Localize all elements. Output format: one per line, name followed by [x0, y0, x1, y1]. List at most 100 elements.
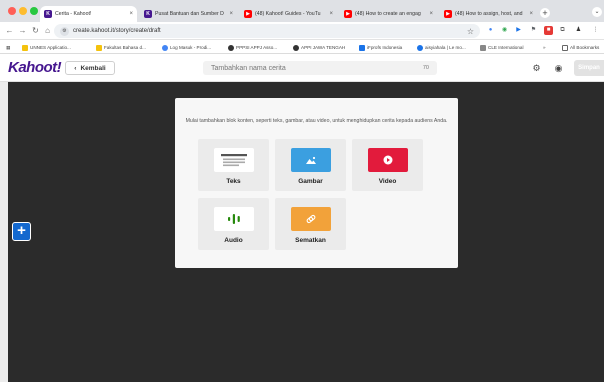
- browser-tab[interactable]: ▶ (48) Kahoot! Guides - YouTu ×: [240, 6, 337, 22]
- card-label: Sematkan: [295, 237, 326, 244]
- tab-title: Pusat Bantuan dan Sumber D: [155, 11, 224, 17]
- bookmark-label: iFprofs Indonesia: [367, 45, 403, 50]
- close-tab-icon[interactable]: ×: [529, 11, 533, 17]
- video-icon: [368, 148, 408, 172]
- story-title-placeholder: Tambahkan nama cerita: [211, 64, 286, 72]
- extension-icon[interactable]: ●: [486, 26, 495, 35]
- bookmark-item[interactable]: Log Masuk - Prodi...: [162, 43, 220, 52]
- extension-icon[interactable]: ◉: [500, 26, 509, 35]
- tab-title: (48) How to create an engag: [355, 11, 421, 17]
- extension-icon[interactable]: ■: [544, 26, 553, 35]
- audio-waveform-icon: [228, 214, 240, 224]
- preview-eye-icon[interactable]: ◉: [552, 62, 565, 75]
- content-type-audio[interactable]: Audio: [198, 198, 269, 250]
- card-label: Gambar: [298, 178, 323, 185]
- address-bar-row: ← → ↻ ⌂ ⚙ create.kahoot.it/story/create/…: [0, 22, 604, 40]
- forward-arrow-icon[interactable]: →: [17, 25, 28, 36]
- settings-gear-icon[interactable]: ⚙: [530, 62, 543, 75]
- kahoot-logo[interactable]: Kahoot!: [8, 59, 62, 76]
- bookmarks-bar: ▦ UNNES Applicatio... Fakultas Bahasa d.…: [0, 40, 604, 54]
- folder-icon: [22, 44, 28, 51]
- reload-icon[interactable]: ↻: [30, 25, 41, 36]
- content-type-embed[interactable]: Sematkan: [275, 198, 346, 250]
- bookmark-item[interactable]: PPPSI APPJ Asso...: [228, 43, 288, 52]
- bookmark-label: Fakultas Bahasa d...: [104, 45, 146, 50]
- minimize-window-icon[interactable]: [19, 7, 27, 15]
- browser-menu-icon[interactable]: ⋮: [591, 26, 600, 35]
- kahoot-icon: K: [44, 10, 52, 18]
- play-circle-icon: [383, 155, 393, 165]
- globe-icon: [359, 44, 365, 51]
- kahoot-header: Kahoot! ‹ Kembali Tambahkan nama cerita …: [0, 54, 604, 82]
- browser-tab[interactable]: ▶ (48) How to create an engag ×: [340, 6, 437, 22]
- more-bookmarks-icon[interactable]: »: [543, 43, 549, 52]
- profile-avatar-icon[interactable]: ♟: [574, 26, 583, 35]
- text-lines-icon: [221, 154, 247, 167]
- back-arrow-icon[interactable]: ←: [4, 25, 15, 36]
- globe-icon: [417, 44, 423, 51]
- close-tab-icon[interactable]: ×: [329, 11, 333, 17]
- apps-grid-icon[interactable]: ▦: [6, 43, 14, 52]
- story-title-input[interactable]: Tambahkan nama cerita 70: [203, 61, 437, 75]
- maximize-window-icon[interactable]: [30, 7, 38, 15]
- bookmark-item[interactable]: Fakultas Bahasa d...: [96, 43, 156, 52]
- bookmark-item[interactable]: UNNES Applicatio...: [22, 43, 88, 52]
- close-window-icon[interactable]: [8, 7, 16, 15]
- browser-tab[interactable]: K Pusat Bantuan dan Sumber D ×: [140, 6, 237, 22]
- card-label: Audio: [224, 237, 243, 244]
- tab-title: Cerita - Kahoot!: [55, 11, 92, 17]
- close-tab-icon[interactable]: ×: [229, 11, 233, 17]
- youtube-icon: ▶: [344, 10, 352, 18]
- youtube-icon: ▶: [444, 10, 452, 18]
- folder-icon: [96, 44, 102, 51]
- folder-icon: [562, 44, 568, 51]
- close-tab-icon[interactable]: ×: [429, 11, 433, 17]
- embed-icon: [291, 207, 331, 231]
- chevron-left-icon: ‹: [74, 64, 77, 72]
- home-icon[interactable]: ⌂: [42, 25, 53, 36]
- bookmark-label: aisyiahala | Le mo...: [425, 45, 466, 50]
- kahoot-icon: K: [144, 10, 152, 18]
- card-label: Teks: [226, 178, 241, 185]
- save-button[interactable]: Simpan: [574, 60, 604, 76]
- content-type-image[interactable]: Gambar: [275, 139, 346, 191]
- content-type-text[interactable]: Teks: [198, 139, 269, 191]
- back-button[interactable]: ‹ Kembali: [65, 61, 115, 75]
- site-info-icon[interactable]: ⚙: [60, 26, 69, 36]
- bookmark-label: APPI JAWA TENGAH: [301, 45, 346, 50]
- browser-tab[interactable]: ▶ (48) How to assign, host, and ×: [440, 6, 537, 22]
- bookmark-item[interactable]: APPI JAWA TENGAH: [293, 43, 357, 52]
- url-text: create.kahoot.it/story/create/draft: [73, 28, 161, 34]
- back-button-label: Kembali: [80, 64, 106, 72]
- browser-tab-strip: K Cerita - Kahoot! × K Pusat Bantuan dan…: [0, 0, 604, 22]
- bookmark-star-icon[interactable]: ☆: [467, 27, 474, 36]
- content-type-video[interactable]: Video: [352, 139, 423, 191]
- text-icon: [214, 148, 254, 172]
- browser-tab-active[interactable]: K Cerita - Kahoot! ×: [40, 6, 137, 22]
- add-block-button[interactable]: +: [12, 222, 31, 241]
- url-field[interactable]: ⚙ create.kahoot.it/story/create/draft ☆: [54, 24, 480, 38]
- extension-icon[interactable]: ▶: [514, 26, 523, 35]
- all-bookmarks-button[interactable]: All Bookmarks: [562, 43, 604, 52]
- left-gutter: [0, 82, 8, 382]
- puzzle-extensions-icon[interactable]: ⧉: [558, 26, 567, 35]
- bookmark-item[interactable]: iFprofs Indonesia: [359, 43, 415, 52]
- picker-hint-text: Mulai tambahkan blok konten, seperti tek…: [185, 118, 448, 124]
- globe-icon: [162, 44, 168, 51]
- bookmark-label: All Bookmarks: [570, 45, 600, 50]
- close-tab-icon[interactable]: ×: [129, 11, 133, 17]
- tab-search-icon[interactable]: ⌄: [592, 7, 602, 17]
- bookmark-label: UNNES Applicatio...: [30, 45, 71, 50]
- bookmark-item[interactable]: CLE International: [480, 43, 532, 52]
- card-label: Video: [378, 178, 397, 185]
- bookmark-label: CLE International: [488, 45, 524, 50]
- link-chain-icon: [306, 214, 316, 224]
- tab-title: (48) How to assign, host, and: [455, 11, 523, 17]
- new-tab-button[interactable]: +: [540, 8, 550, 18]
- globe-icon: [480, 44, 486, 51]
- extension-icon[interactable]: ⚑: [529, 26, 538, 35]
- title-character-counter: 70: [422, 65, 429, 71]
- globe-icon: [228, 44, 234, 51]
- bookmark-item[interactable]: aisyiahala | Le mo...: [417, 43, 475, 52]
- bookmark-label: Log Masuk - Prodi...: [170, 45, 212, 50]
